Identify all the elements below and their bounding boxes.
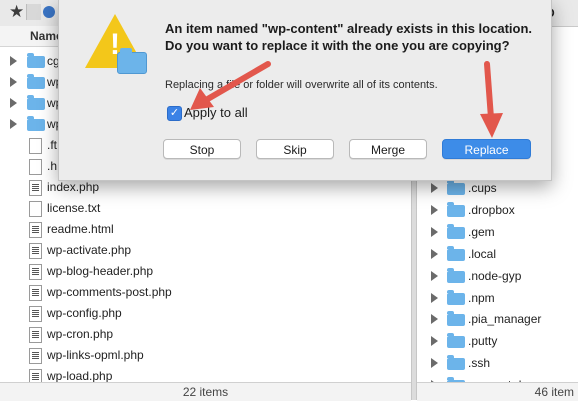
annotation-arrows <box>190 61 503 138</box>
arrow-to-checkbox <box>190 61 271 110</box>
arrow-to-replace <box>480 61 503 138</box>
